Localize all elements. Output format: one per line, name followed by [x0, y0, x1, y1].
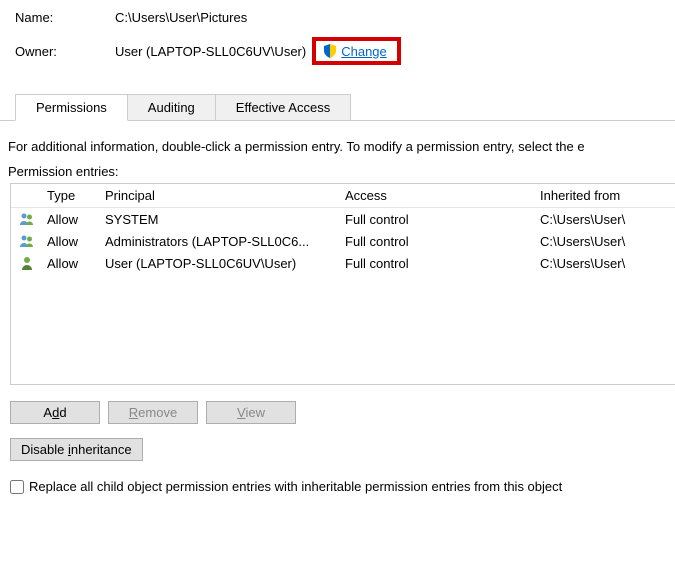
cell-type: Allow: [39, 208, 97, 231]
principal-icon: [11, 208, 39, 231]
replace-child-entries-label: Replace all child object permission entr…: [29, 479, 562, 494]
cell-principal: Administrators (LAPTOP-SLL0C6...: [97, 230, 337, 252]
help-text: For additional information, double-click…: [8, 139, 660, 154]
col-header-type[interactable]: Type: [39, 184, 97, 208]
owner-value: User (LAPTOP-SLL0C6UV\User): [115, 44, 306, 59]
table-row[interactable]: AllowSYSTEMFull controlC:\Users\User\: [11, 208, 675, 231]
remove-button[interactable]: Remove: [108, 401, 198, 424]
name-value: C:\Users\User\Pictures: [115, 10, 247, 25]
col-header-access[interactable]: Access: [337, 184, 532, 208]
cell-access: Full control: [337, 252, 532, 274]
tab-effective-access[interactable]: Effective Access: [215, 94, 351, 121]
entries-label: Permission entries:: [8, 164, 660, 179]
change-highlight: Change: [312, 37, 401, 65]
cell-inherited: C:\Users\User\: [532, 230, 675, 252]
cell-type: Allow: [39, 252, 97, 274]
view-button[interactable]: View: [206, 401, 296, 424]
add-button[interactable]: Add: [10, 401, 100, 424]
change-owner-link[interactable]: Change: [341, 44, 387, 59]
cell-principal: User (LAPTOP-SLL0C6UV\User): [97, 252, 337, 274]
tab-permissions[interactable]: Permissions: [15, 94, 128, 121]
cell-type: Allow: [39, 230, 97, 252]
table-row[interactable]: AllowUser (LAPTOP-SLL0C6UV\User)Full con…: [11, 252, 675, 274]
col-header-inherited[interactable]: Inherited from: [532, 184, 675, 208]
cell-access: Full control: [337, 230, 532, 252]
principal-icon: [11, 230, 39, 252]
principal-icon: [11, 252, 39, 274]
owner-label: Owner:: [15, 44, 115, 59]
name-label: Name:: [15, 10, 115, 25]
col-header-principal[interactable]: Principal: [97, 184, 337, 208]
cell-principal: SYSTEM: [97, 208, 337, 231]
permission-table: Type Principal Access Inherited from All…: [10, 183, 675, 385]
replace-child-entries-checkbox[interactable]: [10, 480, 24, 494]
cell-inherited: C:\Users\User\: [532, 252, 675, 274]
cell-inherited: C:\Users\User\: [532, 208, 675, 231]
cell-access: Full control: [337, 208, 532, 231]
tab-auditing[interactable]: Auditing: [127, 94, 216, 121]
table-row[interactable]: AllowAdministrators (LAPTOP-SLL0C6...Ful…: [11, 230, 675, 252]
shield-icon: [322, 43, 338, 59]
disable-inheritance-button[interactable]: Disable inheritance: [10, 438, 143, 461]
